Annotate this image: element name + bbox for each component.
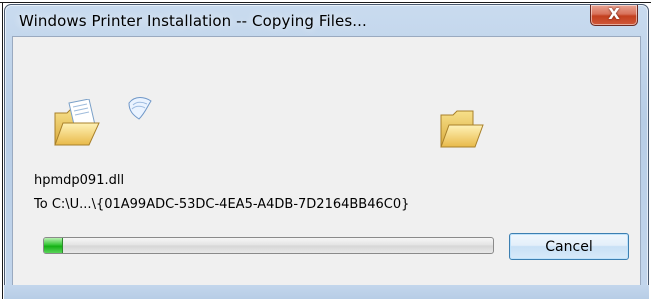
close-button[interactable]: X	[590, 5, 638, 26]
current-file-name: hpmdp091.dll	[34, 173, 125, 188]
source-folder-icon	[51, 98, 103, 151]
copy-progress-bar	[43, 237, 494, 254]
window-title: Windows Printer Installation -- Copying …	[19, 12, 367, 30]
destination-path: To C:\U...\{01A99ADC-53DC-4EA5-A4DB-7D21…	[34, 197, 410, 212]
screen: Windows Printer Installation -- Copying …	[0, 0, 651, 299]
left-edge	[2, 2, 3, 299]
copy-files-dialog: Windows Printer Installation -- Copying …	[4, 4, 649, 297]
window-bottom-frame	[4, 285, 649, 299]
flying-document-icon	[125, 93, 155, 123]
target-folder-icon	[437, 107, 485, 151]
close-icon: X	[608, 5, 620, 23]
dialog-body: hpmdp091.dll To C:\U...\{01A99ADC-53DC-4…	[12, 36, 641, 288]
top-edge	[0, 2, 651, 3]
cancel-button[interactable]: Cancel	[509, 233, 629, 260]
progress-fill	[44, 238, 63, 253]
title-bar[interactable]: Windows Printer Installation -- Copying …	[5, 5, 648, 35]
